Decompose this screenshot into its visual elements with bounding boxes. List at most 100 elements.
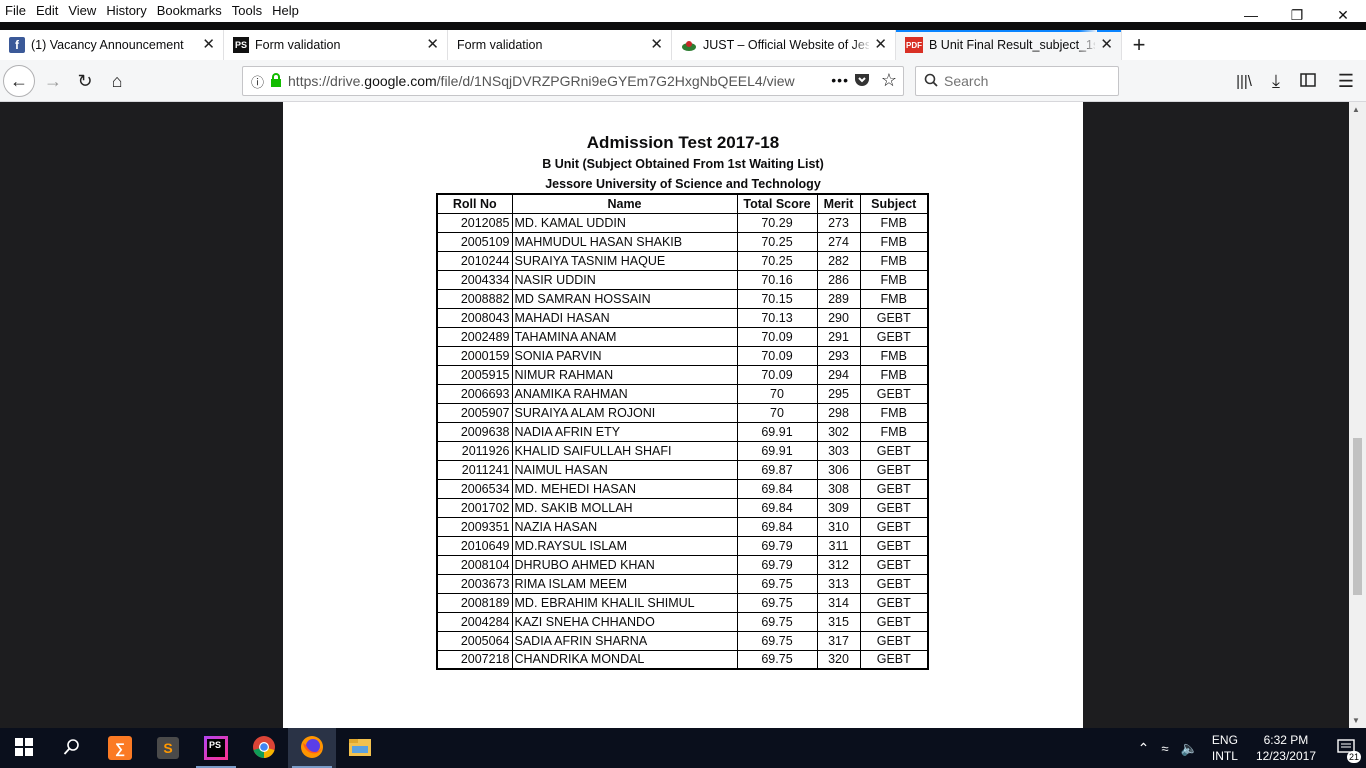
table-row: 2009351 NAZIA HASAN 69.84 310 GEBT xyxy=(436,516,929,537)
roll-no-cell: 2009351 xyxy=(436,516,513,537)
library-button[interactable]: |||\ xyxy=(1228,65,1260,97)
info-icon[interactable]: ⓘ xyxy=(251,72,264,91)
forward-button[interactable]: → xyxy=(37,65,69,97)
subject-cell: FMB xyxy=(859,402,929,423)
tab-title: JUST – Official Website of Jessore xyxy=(703,38,869,52)
bookmark-star-icon[interactable]: ☆ xyxy=(881,70,897,91)
tab-form-validation-2[interactable]: Form validation ✕ xyxy=(448,30,672,60)
firefox-icon xyxy=(300,735,324,762)
menu-edit[interactable]: Edit xyxy=(31,0,63,22)
subject-cell: GEBT xyxy=(859,554,929,575)
close-icon[interactable]: ✕ xyxy=(426,37,439,53)
search-placeholder: Search xyxy=(944,73,989,89)
just-logo-icon xyxy=(681,37,697,53)
subject-cell: FMB xyxy=(859,288,929,309)
merit-cell: 291 xyxy=(816,326,861,347)
close-icon[interactable]: ✕ xyxy=(874,37,887,53)
total-score-cell: 69.75 xyxy=(736,573,818,594)
sidebar-button[interactable] xyxy=(1292,65,1324,97)
language-code: ENG xyxy=(1211,733,1238,747)
wifi-icon[interactable]: ≈ xyxy=(1161,741,1168,756)
subject-cell: FMB xyxy=(859,212,929,233)
taskbar-xampp[interactable]: ∑ xyxy=(96,728,144,768)
merit-cell: 290 xyxy=(816,307,861,328)
pocket-icon[interactable] xyxy=(854,73,870,91)
tab-just-website[interactable]: JUST – Official Website of Jessore ✕ xyxy=(672,30,896,60)
name-cell: KHALID SAIFULLAH SHAFI xyxy=(511,440,738,461)
roll-no-cell: 2005109 xyxy=(436,231,513,252)
reload-button[interactable]: ↻ xyxy=(69,65,101,97)
roll-no-cell: 2008043 xyxy=(436,307,513,328)
total-score-cell: 69.87 xyxy=(736,459,818,480)
taskbar: ∑ S PS ⌃ ≈ 🔈 ENG INTL 6:32 PM 12/23/2017… xyxy=(0,728,1366,768)
chevron-up-icon[interactable]: ⌃ xyxy=(1138,740,1150,757)
reload-icon: ↻ xyxy=(77,70,93,91)
scroll-up-icon[interactable]: ▲ xyxy=(1352,105,1360,114)
menu-tools[interactable]: Tools xyxy=(227,0,267,22)
name-cell: SONIA PARVIN xyxy=(511,345,738,366)
scroll-down-icon[interactable]: ▼ xyxy=(1352,716,1360,725)
search-bar[interactable]: Search xyxy=(915,66,1119,96)
phpstorm-icon: PS xyxy=(233,37,249,53)
close-icon[interactable]: ✕ xyxy=(1100,37,1113,53)
subject-cell: GEBT xyxy=(859,440,929,461)
page-actions-icon[interactable]: ••• xyxy=(831,72,849,88)
taskbar-phpstorm[interactable]: PS xyxy=(192,728,240,768)
taskbar-file-explorer[interactable] xyxy=(336,728,384,768)
merit-cell: 320 xyxy=(816,649,861,670)
clock[interactable]: 6:32 PM 12/23/2017 xyxy=(1256,732,1316,764)
scroll-thumb[interactable] xyxy=(1353,438,1362,595)
total-score-cell: 70.13 xyxy=(736,307,818,328)
input-language[interactable]: ENG INTL xyxy=(1212,732,1238,764)
roll-no-cell: 2008189 xyxy=(436,592,513,613)
url-bar[interactable]: ⓘ https://drive.google.com/file/d/1NSqjD… xyxy=(242,66,904,96)
name-cell: NIMUR RAHMAN xyxy=(511,364,738,385)
back-button[interactable]: ← xyxy=(3,65,35,97)
table-row: 2005915 NIMUR RAHMAN 70.09 294 FMB xyxy=(436,364,929,385)
home-button[interactable]: ⌂ xyxy=(101,65,133,97)
taskbar-sublime[interactable]: S xyxy=(144,728,192,768)
restore-icon[interactable]: ❐ xyxy=(1274,0,1320,30)
menu-view[interactable]: View xyxy=(63,0,101,22)
sidebar-icon xyxy=(1300,71,1316,92)
taskbar-chrome[interactable] xyxy=(240,728,288,768)
column-header: Roll No xyxy=(436,193,513,214)
table-row: 2000159 SONIA PARVIN 70.09 293 FMB xyxy=(436,345,929,366)
search-icon xyxy=(924,73,938,90)
download-icon: ⤓ xyxy=(1272,70,1280,91)
tab-vacancy[interactable]: f (1) Vacancy Announcement ✕ xyxy=(0,30,224,60)
table-row: 2004284 KAZI SNEHA CHHANDO 69.75 315 GEBT xyxy=(436,611,929,632)
tab-title: (1) Vacancy Announcement xyxy=(31,38,184,52)
total-score-cell: 70 xyxy=(736,383,818,404)
name-cell: MAHADI HASAN xyxy=(511,307,738,328)
close-icon[interactable]: ✕ xyxy=(650,37,663,53)
total-score-cell: 69.79 xyxy=(736,554,818,575)
minimize-icon[interactable]: — xyxy=(1228,0,1274,30)
vertical-scrollbar[interactable]: ▲ ▼ xyxy=(1349,102,1366,728)
name-cell: NASIR UDDIN xyxy=(511,269,738,290)
total-score-cell: 69.75 xyxy=(736,630,818,651)
action-center-button[interactable]: 21 xyxy=(1326,728,1366,768)
start-button[interactable] xyxy=(0,728,48,768)
menu-help[interactable]: Help xyxy=(267,0,304,22)
downloads-button[interactable]: ⤓ xyxy=(1260,65,1292,97)
menu-file[interactable]: File xyxy=(0,0,31,22)
merit-cell: 273 xyxy=(816,212,861,233)
taskbar-search-button[interactable] xyxy=(48,728,96,768)
menu-button[interactable]: ☰ xyxy=(1330,65,1362,97)
xampp-icon: ∑ xyxy=(108,736,132,760)
merit-cell: 310 xyxy=(816,516,861,537)
close-icon[interactable]: ✕ xyxy=(202,37,215,53)
tab-b-unit-result[interactable]: PDF B Unit Final Result_subject_1st ✕ xyxy=(896,30,1122,60)
tab-form-validation-1[interactable]: PS Form validation ✕ xyxy=(224,30,448,60)
volume-icon[interactable]: 🔈 xyxy=(1180,740,1197,757)
menu-bookmarks[interactable]: Bookmarks xyxy=(152,0,227,22)
close-window-icon[interactable]: ✕ xyxy=(1320,0,1366,30)
menu-history[interactable]: History xyxy=(101,0,151,22)
taskbar-firefox[interactable] xyxy=(288,728,336,768)
roll-no-cell: 2001702 xyxy=(436,497,513,518)
new-tab-button[interactable]: + xyxy=(1122,30,1156,60)
arrow-right-icon: → xyxy=(44,70,62,91)
table-row: 2006693 ANAMIKA RAHMAN 70 295 GEBT xyxy=(436,383,929,404)
table-row: 2005064 SADIA AFRIN SHARNA 69.75 317 GEBT xyxy=(436,630,929,651)
